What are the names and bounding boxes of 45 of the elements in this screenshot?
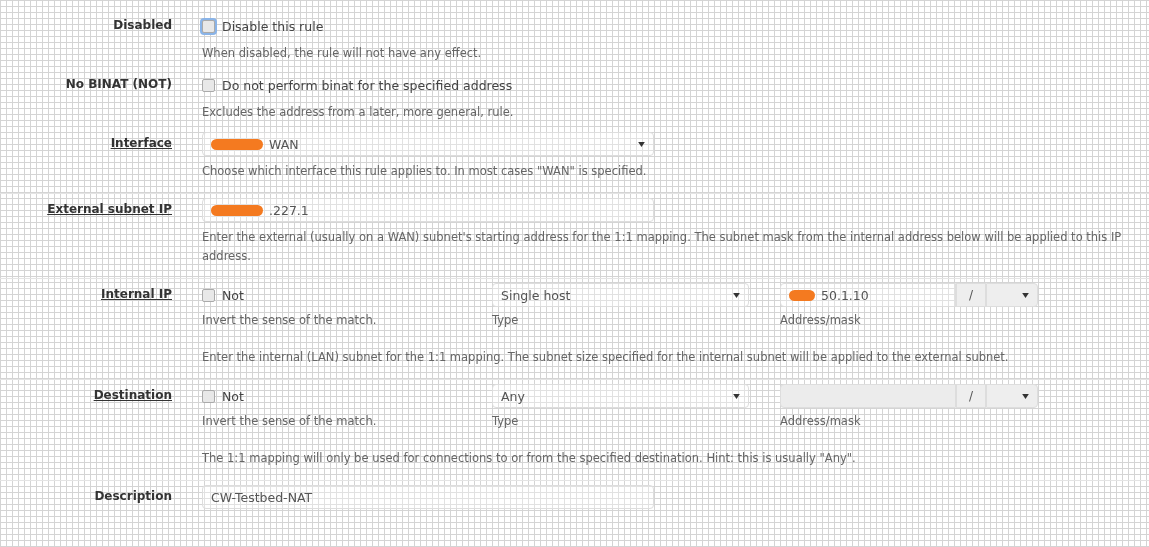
field-label-link[interactable]: Internal IP	[101, 287, 172, 301]
checkbox[interactable]	[202, 389, 215, 403]
field-label: Disabled	[113, 18, 172, 32]
caret-icon	[1022, 292, 1029, 298]
help-text: Enter the internal (LAN) subnet for the 1:1 mapping. The subnet size specified for the internal subnet will be applied to the external subnet.	[202, 349, 1010, 366]
checkbox-label: Not	[222, 388, 244, 404]
caret-icon	[1022, 393, 1029, 399]
checkbox[interactable]	[202, 19, 215, 33]
type-select[interactable]: Any	[492, 384, 749, 408]
caret-icon	[638, 141, 645, 147]
field-label-link[interactable]: Destination	[93, 388, 172, 402]
checkbox-label: Not	[222, 287, 244, 303]
type-caption: Type	[492, 312, 520, 329]
help-text: Invert the sense of the match.	[202, 413, 378, 430]
mask-separator: /	[968, 389, 973, 403]
redaction-mark	[789, 289, 815, 301]
help-text: When disabled, the rule will not have any effect.	[202, 45, 483, 62]
field-label: Description	[94, 489, 172, 503]
redaction-mark	[211, 204, 263, 216]
caret-icon	[733, 292, 740, 298]
caret-icon	[733, 393, 740, 399]
address-caption: Address/mask	[780, 413, 862, 430]
address-field[interactable]: 50.1.10	[780, 283, 956, 307]
mask-select[interactable]	[986, 384, 1038, 408]
field-label-link[interactable]: External subnet IP	[47, 202, 172, 216]
checkbox[interactable]	[202, 78, 215, 92]
checkbox-label: Disable this rule	[222, 18, 324, 34]
help-text: Invert the sense of the match.	[202, 312, 378, 329]
mask-select[interactable]	[986, 283, 1038, 307]
interface-select[interactable]: WAN	[202, 132, 654, 156]
help-text: The 1:1 mapping will only be used for connections to or from the specified destination. Hint: this is usually "Any".	[202, 450, 857, 467]
redaction-mark	[211, 138, 263, 150]
checkbox[interactable]	[202, 288, 215, 302]
type-caption: Type	[492, 413, 520, 430]
input-field[interactable]: .227.1	[202, 198, 654, 222]
checkbox-label: Do not perform binat for the specified address	[222, 77, 513, 93]
mask-separator: /	[968, 288, 973, 302]
help-text: Enter the external (usually on a WAN) subnet's starting address for the 1:1 mapping. The subnet mask from the internal address below will be applied to this IP address.	[202, 229, 1123, 265]
type-select[interactable]: Single host	[492, 283, 749, 307]
field-label: No BINAT (NOT)	[65, 77, 172, 91]
input-field[interactable]: CW-Testbed-NAT	[202, 485, 654, 509]
address-caption: Address/mask	[780, 312, 862, 329]
help-text: Excludes the address from a later, more general, rule.	[202, 104, 515, 121]
help-text: Choose which interface this rule applies to. In most cases "WAN" is specified.	[202, 163, 648, 180]
field-label-link[interactable]: Interface	[110, 136, 172, 150]
